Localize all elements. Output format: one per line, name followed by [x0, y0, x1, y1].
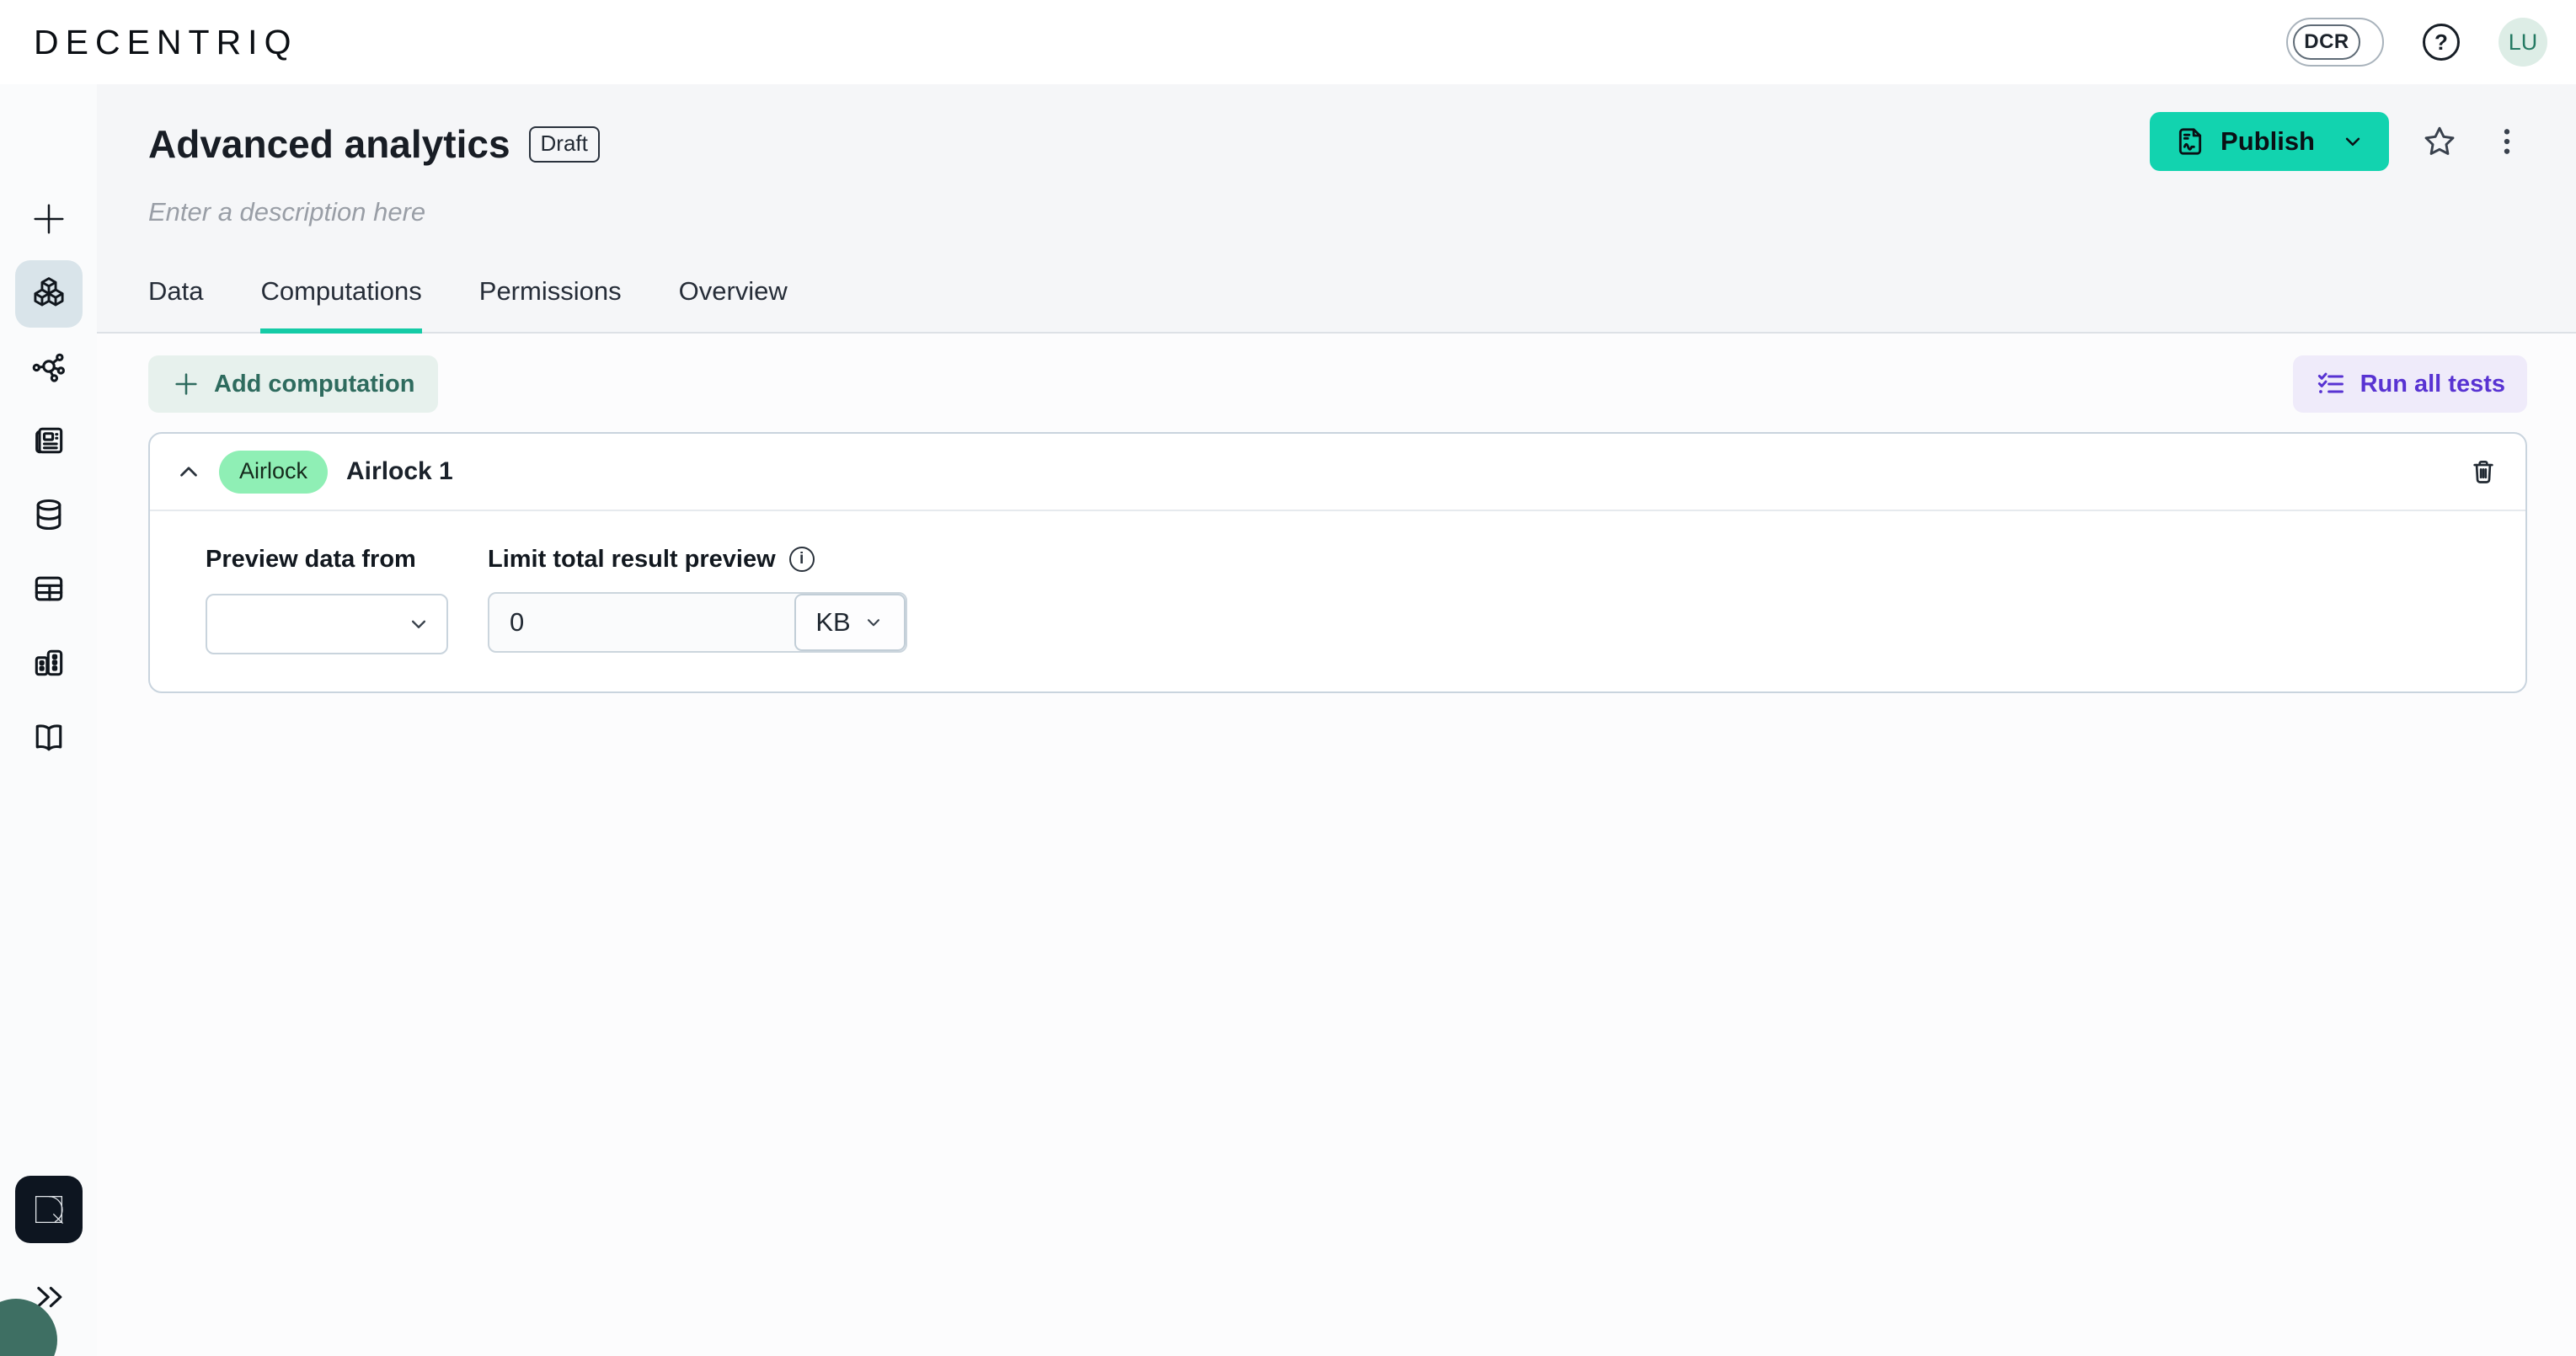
delete-computation-button[interactable]	[2465, 453, 2502, 490]
chevron-down-icon	[406, 611, 431, 637]
sidebar	[0, 84, 97, 1356]
dcr-badge[interactable]: DCR	[2286, 18, 2384, 67]
tab-bar: Data Computations Permissions Overview	[148, 276, 2576, 332]
main-content: Advanced analytics Draft Enter a descrip…	[97, 84, 2576, 1356]
chevron-down-icon	[2340, 129, 2365, 154]
computation-name[interactable]: Airlock 1	[346, 457, 453, 486]
avatar[interactable]: LU	[2499, 18, 2547, 67]
preview-data-from-select[interactable]	[206, 594, 448, 654]
tab-overview[interactable]: Overview	[679, 276, 788, 334]
limit-unit-value: KB	[815, 607, 850, 638]
run-all-tests-label: Run all tests	[2360, 371, 2505, 398]
page-body: Add computation Run all tests	[97, 334, 2576, 1356]
topbar: DECENTRIQ DCR ? LU	[0, 0, 2576, 84]
collapse-button[interactable]	[170, 453, 207, 490]
header-actions: Publish	[2150, 112, 2524, 171]
computation-card-body: Preview data from Limit total result pre…	[150, 511, 2525, 691]
shell: Advanced analytics Draft Enter a descrip…	[0, 84, 2576, 1356]
sidebar-item-connections[interactable]	[29, 346, 69, 387]
buildings-icon	[30, 644, 67, 681]
computation-type-badge: Airlock	[219, 451, 328, 494]
sidebar-item-datasets[interactable]	[29, 494, 69, 535]
limit-result-preview-label: Limit total result preview	[488, 545, 776, 574]
database-icon	[30, 496, 67, 533]
newspaper-icon	[30, 422, 67, 459]
publish-document-icon	[2173, 125, 2207, 158]
add-computation-label: Add computation	[214, 371, 414, 398]
sidebar-item-news[interactable]	[29, 420, 69, 461]
limit-unit-select[interactable]: KB	[794, 594, 906, 651]
sidebar-item-docs[interactable]	[29, 717, 69, 757]
dcr-badge-label: DCR	[2293, 24, 2360, 60]
computation-card-header: Airlock Airlock 1	[150, 434, 2525, 510]
sidebar-item-tables[interactable]	[29, 569, 69, 609]
description-input[interactable]: Enter a description here	[148, 197, 2576, 227]
page-header: Advanced analytics Draft Enter a descrip…	[97, 84, 2576, 334]
computation-card: Airlock Airlock 1	[148, 432, 2527, 693]
help-glyph: ?	[2434, 29, 2448, 56]
plus-icon	[172, 370, 200, 398]
more-options-button[interactable]	[2490, 125, 2524, 158]
tab-permissions[interactable]: Permissions	[479, 276, 622, 334]
status-badge: Draft	[529, 126, 600, 163]
sidebar-item-clean-rooms[interactable]	[15, 260, 83, 328]
publish-label: Publish	[2221, 126, 2315, 157]
tab-data[interactable]: Data	[148, 276, 203, 334]
chevron-down-icon	[863, 611, 884, 633]
plus-icon	[29, 200, 68, 238]
kebab-menu-icon	[2490, 125, 2524, 158]
limit-result-preview-field: Limit total result preview i KB	[488, 545, 907, 654]
decentriq-logo: DECENTRIQ	[34, 23, 297, 62]
sidebar-item-new[interactable]	[29, 199, 69, 239]
sidebar-item-organizations[interactable]	[29, 643, 69, 683]
decentriq-mark-tile[interactable]	[15, 1176, 83, 1243]
limit-input-group: KB	[488, 592, 907, 653]
trash-icon	[2467, 456, 2499, 488]
topbar-right: DCR ? LU	[2286, 18, 2547, 67]
computations-toolbar: Add computation Run all tests	[148, 355, 2527, 413]
favorite-button[interactable]	[2421, 123, 2458, 160]
star-icon	[2421, 123, 2458, 160]
book-icon	[30, 718, 67, 755]
checklist-icon	[2315, 368, 2347, 400]
publish-button[interactable]: Publish	[2150, 112, 2389, 171]
cubes-icon	[29, 275, 68, 313]
page-title: Advanced analytics	[148, 121, 510, 167]
table-icon	[30, 570, 67, 607]
add-computation-button[interactable]: Add computation	[148, 355, 438, 413]
chevron-up-icon	[174, 457, 203, 486]
network-icon	[30, 348, 67, 385]
tab-computations[interactable]: Computations	[260, 276, 421, 334]
run-all-tests-button[interactable]: Run all tests	[2293, 355, 2527, 413]
preview-data-from-field: Preview data from	[206, 545, 448, 654]
app-root: DECENTRIQ DCR ? LU	[0, 0, 2576, 1356]
preview-data-from-label: Preview data from	[206, 545, 448, 574]
help-icon[interactable]: ?	[2423, 24, 2460, 61]
info-icon[interactable]: i	[789, 547, 815, 572]
decentriq-q-mark-icon	[27, 1188, 71, 1231]
